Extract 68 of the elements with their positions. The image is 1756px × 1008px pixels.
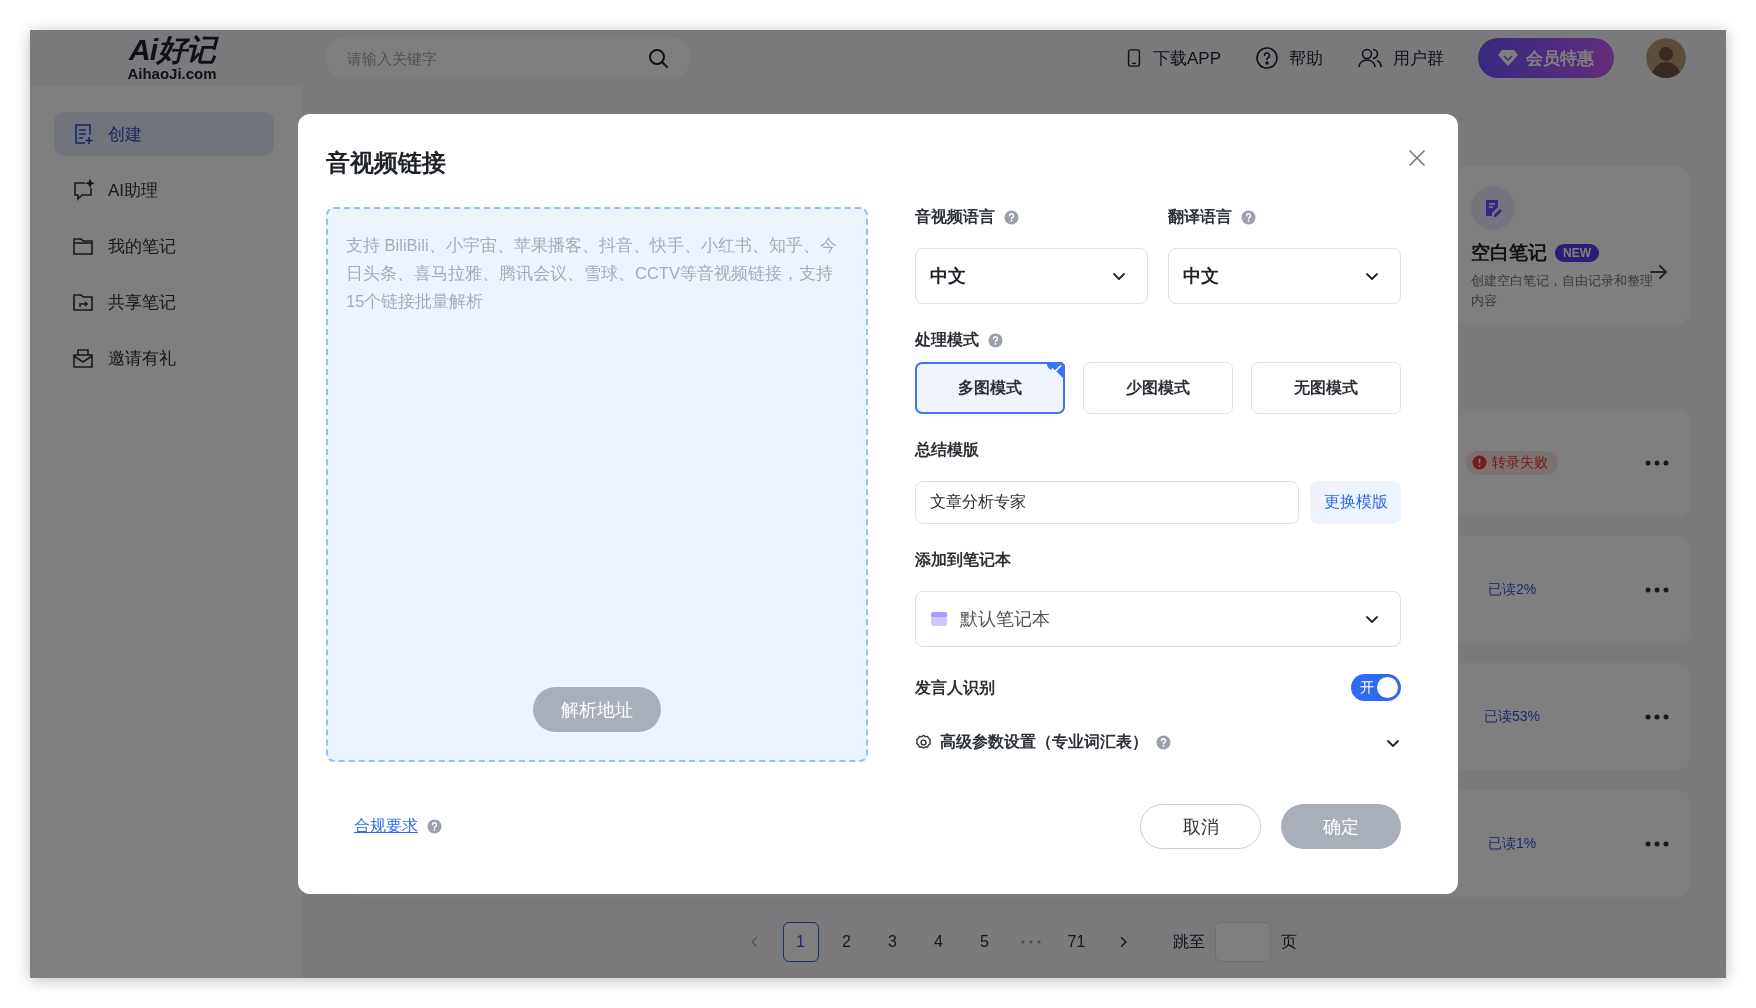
field-label: 添加到笔记本: [915, 550, 1011, 570]
logo-domain: AihaoJi.com: [127, 64, 217, 82]
document-plus-icon: [72, 123, 94, 145]
status-badge: 转录失败: [1466, 450, 1558, 475]
close-icon[interactable]: [1408, 149, 1426, 167]
page-suffix: 页: [1280, 931, 1297, 952]
more-icon[interactable]: [1645, 840, 1669, 847]
advanced-settings-label[interactable]: 高级参数设置（专业词汇表）: [940, 732, 1148, 753]
vip-button[interactable]: 会员特惠: [1478, 38, 1614, 78]
page-button[interactable]: 4: [920, 922, 957, 962]
template-field[interactable]: 文章分析专家: [915, 481, 1299, 524]
help-icon[interactable]: [1004, 209, 1019, 225]
cancel-button[interactable]: 取消: [1140, 804, 1261, 849]
read-status-text: 已读53%: [1484, 707, 1540, 726]
dialog-title: 音视频链接: [326, 150, 447, 176]
sidebar-item[interactable]: 共享笔记: [54, 280, 274, 324]
mode-option[interactable]: 无图模式: [1251, 362, 1401, 414]
field-label: 翻译语言: [1168, 207, 1232, 227]
more-icon[interactable]: [1645, 713, 1669, 720]
help-icon: [1255, 46, 1279, 70]
field-label: 音视频语言: [915, 207, 995, 227]
folder-icon: [72, 235, 94, 257]
sidebar-item[interactable]: 我的笔记: [54, 224, 274, 268]
help-icon[interactable]: [988, 332, 1003, 348]
help-icon[interactable]: [1156, 735, 1171, 750]
more-icon[interactable]: [1645, 586, 1669, 593]
shared-folder-icon: [72, 291, 94, 313]
avatar[interactable]: [1646, 38, 1686, 78]
notebook-icon: [930, 610, 948, 628]
page-button[interactable]: 5: [966, 922, 1003, 962]
speaker-toggle[interactable]: 开: [1351, 674, 1401, 701]
page-button[interactable]: 2: [828, 922, 865, 962]
jump-label: 跳至: [1172, 931, 1205, 952]
field-label: 发言人识别: [915, 677, 995, 698]
envelope-icon: [72, 347, 94, 369]
search-icon[interactable]: [647, 47, 669, 69]
page-button[interactable]: 1: [782, 922, 819, 962]
sidebar-item[interactable]: 邀请有礼: [54, 336, 274, 380]
page-button[interactable]: 3: [874, 922, 911, 962]
sidebar-item[interactable]: AI助理: [54, 168, 274, 212]
help-icon[interactable]: [427, 819, 442, 834]
settings-icon: [915, 734, 932, 751]
header-link[interactable]: 用户群: [1393, 46, 1444, 70]
language-select[interactable]: 中文: [1168, 248, 1401, 304]
header-link[interactable]: 帮助: [1289, 46, 1323, 70]
more-icon[interactable]: [1645, 459, 1669, 466]
change-template-button[interactable]: 更换模版: [1310, 481, 1401, 524]
compliance-link[interactable]: 合规要求: [354, 816, 418, 837]
new-badge: NEW: [1555, 244, 1599, 262]
card-title: 空白笔记: [1471, 241, 1547, 265]
diamond-icon: [1498, 49, 1518, 67]
help-icon[interactable]: [1241, 209, 1256, 225]
check-icon: [1047, 362, 1065, 380]
users-icon: [1357, 46, 1383, 70]
note-edit-icon: [1471, 186, 1515, 230]
page-button[interactable]: 71: [1058, 922, 1095, 962]
language-select[interactable]: 中文: [915, 248, 1148, 304]
field-label: 处理模式: [915, 330, 979, 350]
mode-option[interactable]: 少图模式: [1083, 362, 1233, 414]
notebook-select[interactable]: 默认笔记本: [915, 591, 1401, 647]
header-link[interactable]: 下载APP: [1152, 46, 1221, 70]
mode-option[interactable]: 多图模式: [915, 362, 1065, 414]
chat-sparkle-icon: [72, 179, 94, 201]
read-status-text: 已读1%: [1487, 834, 1537, 853]
sidebar-item[interactable]: 创建: [54, 112, 274, 156]
card-description: 创建空白笔记，自由记录和整理内容: [1471, 272, 1654, 310]
field-label: 总结模版: [915, 440, 979, 460]
read-status-text: 已读2%: [1487, 580, 1537, 599]
